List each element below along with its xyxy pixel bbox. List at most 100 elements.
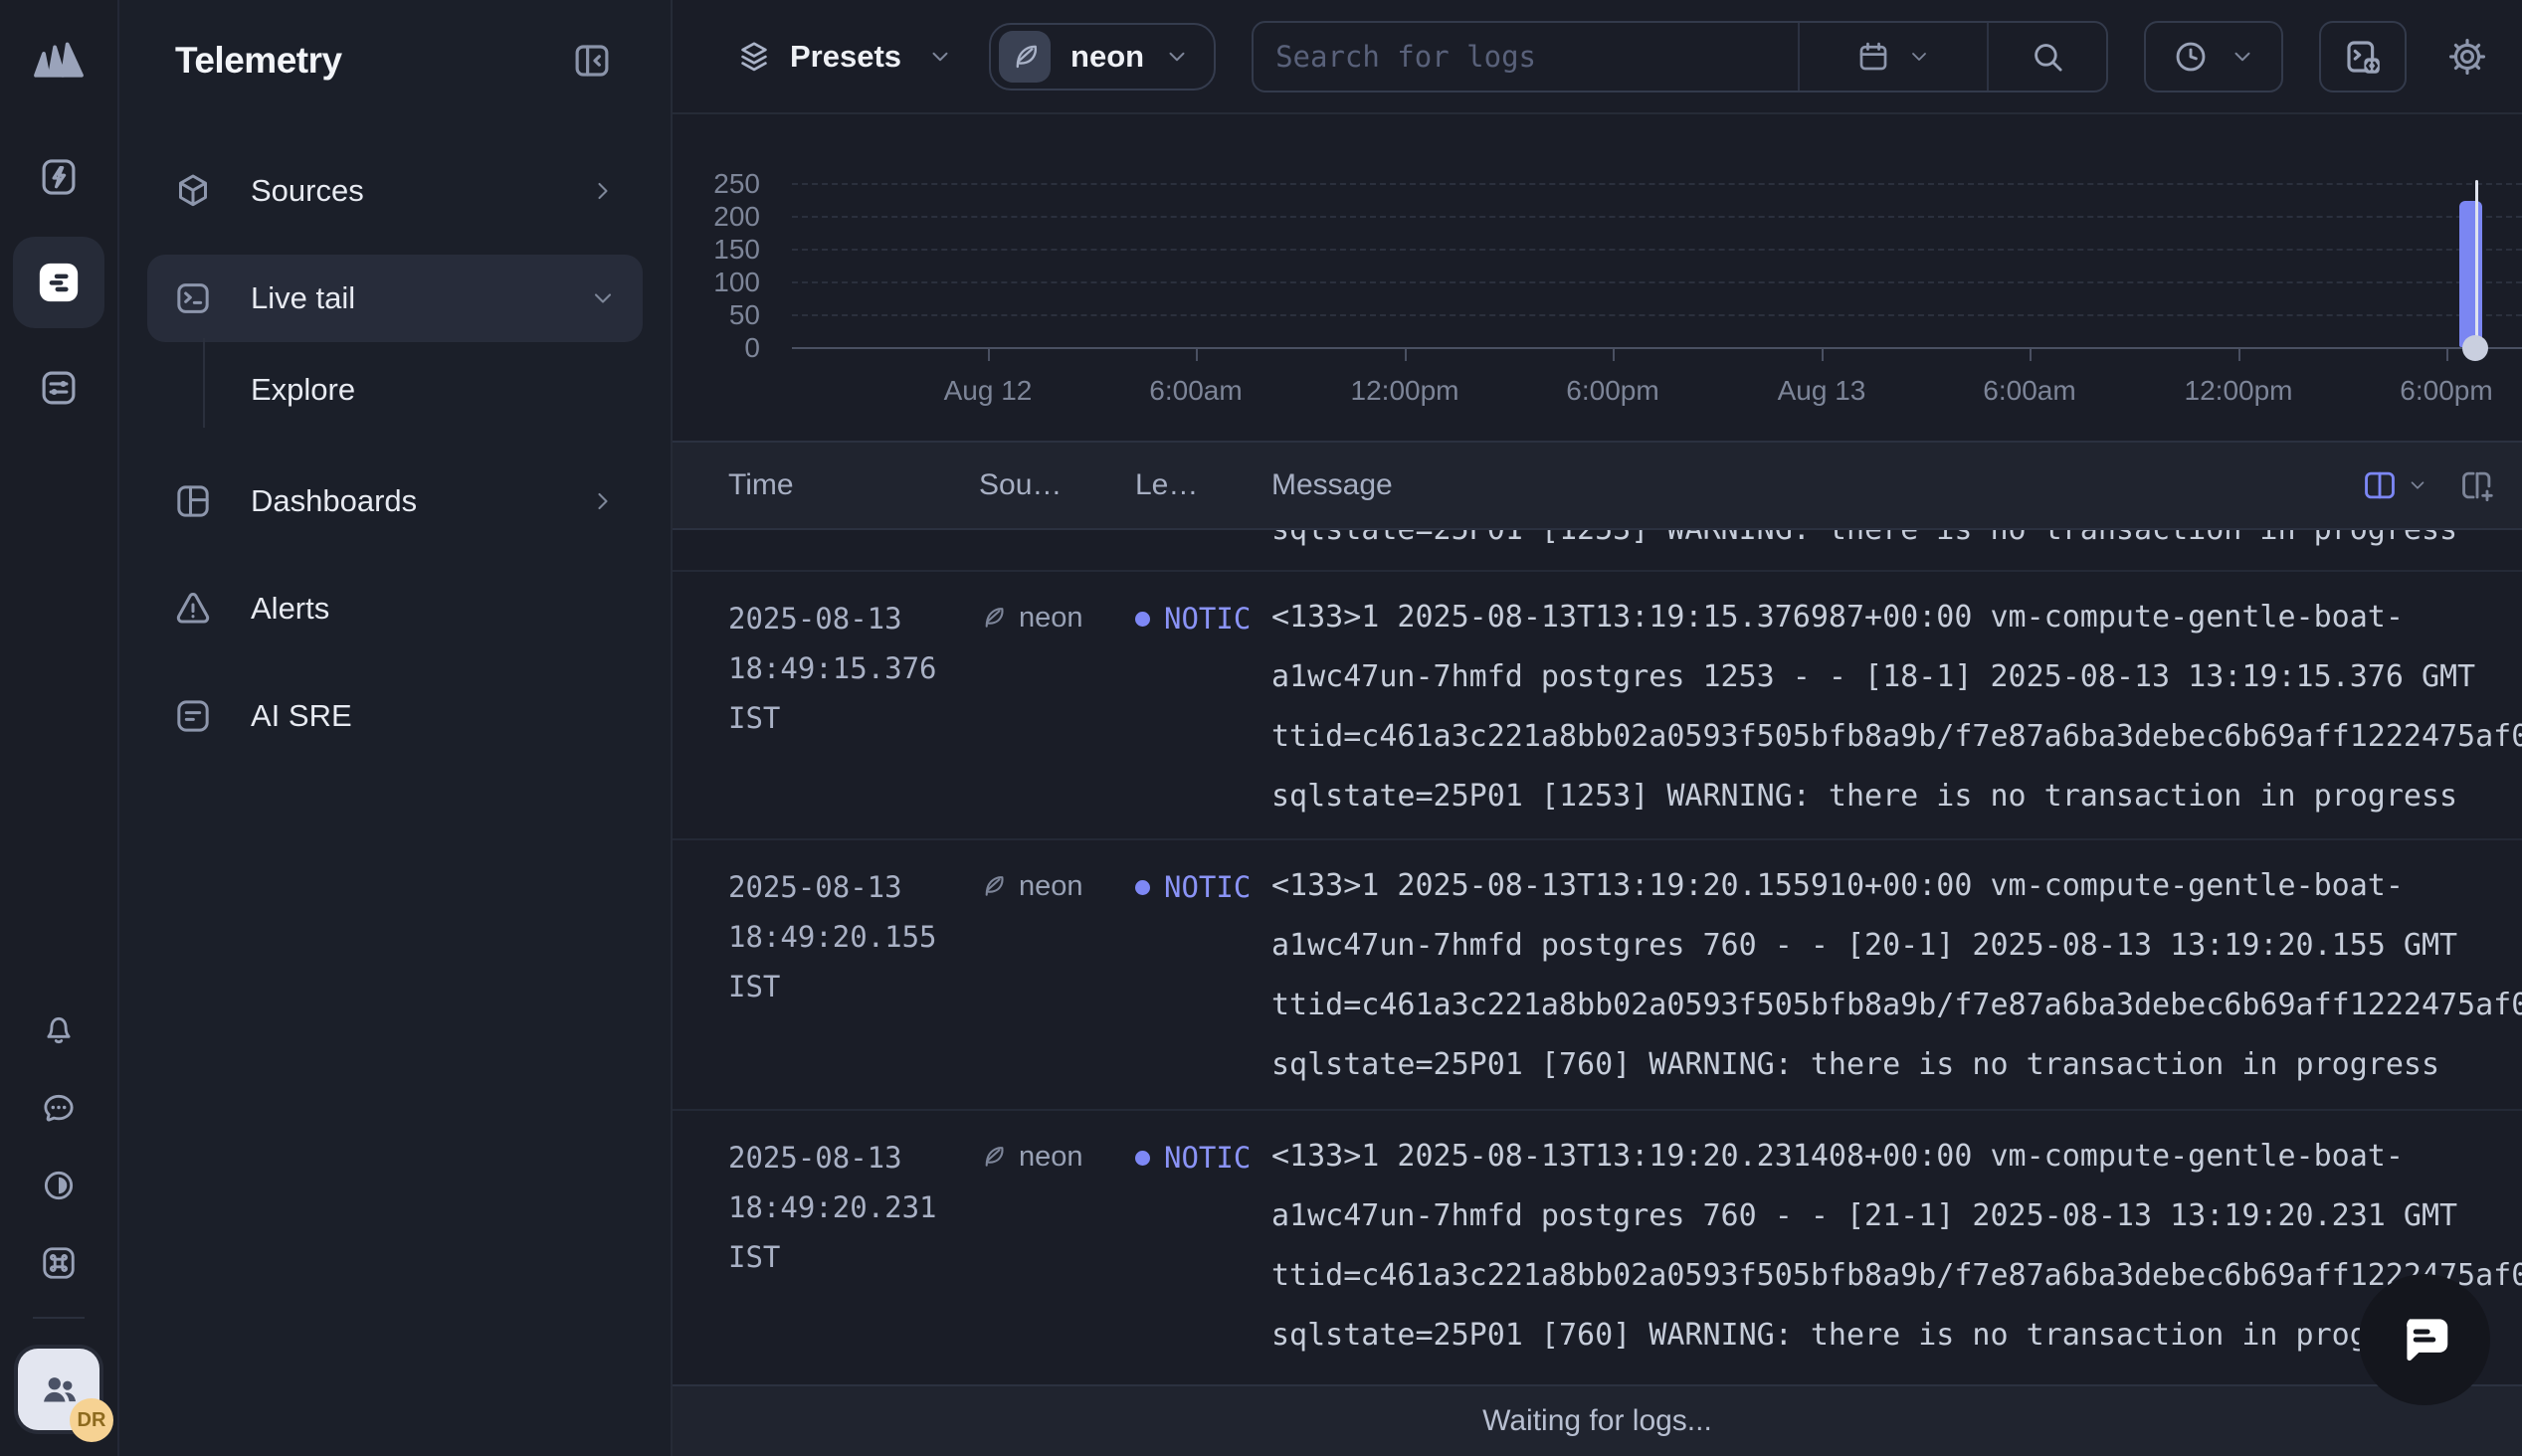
- calendar-dropdown-button[interactable]: [1800, 23, 1987, 91]
- chevron-right-icon: [589, 177, 617, 205]
- x-tick-label: Aug 13: [1778, 375, 1866, 407]
- stream-logs-icon[interactable]: [13, 237, 104, 328]
- x-tick: [1613, 347, 1615, 361]
- histogram-chart[interactable]: 250 200 150 100 50 0 Aug 12 6:00am 12:00…: [673, 114, 2522, 441]
- log-message-line: sqlstate=25P01 [1253] WARNING: there is …: [1271, 530, 2522, 560]
- chat-icon[interactable]: [35, 1084, 83, 1132]
- settings-gear-icon[interactable]: [2446, 36, 2488, 78]
- log-time: 2025-08-13 18:49:20.155 IST: [728, 840, 979, 1109]
- chevron-down-icon: [1907, 45, 1931, 69]
- log-source-name: neon: [1019, 1141, 1083, 1174]
- rail-divider: [33, 1317, 85, 1319]
- x-tick: [1405, 347, 1407, 361]
- x-tick: [2030, 347, 2032, 361]
- monitors-icon[interactable]: [27, 356, 91, 420]
- presets-button[interactable]: Presets: [736, 39, 953, 75]
- alert-triangle-icon: [173, 589, 213, 629]
- user-initials-badge[interactable]: DR: [70, 1398, 113, 1442]
- column-header-message[interactable]: Message: [1271, 468, 2522, 502]
- chat-bubble-icon: [2394, 1309, 2455, 1370]
- chevron-down-icon: [589, 284, 617, 312]
- layers-icon: [736, 39, 772, 75]
- level-dot: [1135, 612, 1150, 627]
- axiom-logo[interactable]: [30, 38, 88, 82]
- clipped-log-row[interactable]: sqlstate=25P01 [1253] WARNING: there is …: [673, 530, 2522, 572]
- terminal-icon: [173, 278, 213, 318]
- gridline: [792, 281, 2522, 283]
- icon-rail: DR: [0, 0, 119, 1456]
- tree-line: [203, 338, 205, 428]
- sidebar: Telemetry Sources Live tail: [119, 0, 673, 1456]
- sidebar-item-ai-sre[interactable]: AI SRE: [147, 672, 643, 760]
- sidebar-item-label: Explore: [251, 372, 355, 408]
- rail-nav: [13, 145, 104, 420]
- column-header-time[interactable]: Time: [728, 468, 979, 502]
- level-label: NOTIC: [1164, 602, 1251, 636]
- chat-fab-button[interactable]: [2359, 1274, 2490, 1405]
- feather-source-icon: [979, 604, 1007, 632]
- log-row[interactable]: 2025-08-13 18:49:20.231 IST neon NOTIC <…: [673, 1111, 2522, 1384]
- y-tick-label: 0: [673, 332, 760, 364]
- sidebar-item-dashboards[interactable]: Dashboards: [147, 457, 643, 545]
- log-list[interactable]: sqlstate=25P01 [1253] WARNING: there is …: [673, 530, 2522, 1384]
- sidebar-item-label: Sources: [251, 173, 364, 209]
- live-cursor-dot: [2462, 335, 2488, 361]
- column-layout-button[interactable]: [2361, 466, 2428, 504]
- sidebar-item-live-tail[interactable]: Live tail: [147, 255, 643, 342]
- level-label: NOTIC: [1164, 870, 1251, 904]
- collapse-sidebar-icon[interactable]: [571, 40, 613, 82]
- log-message: <133>1 2025-08-13T13:19:20.155910+00:00 …: [1271, 840, 2522, 1109]
- x-tick-label: 6:00am: [1149, 375, 1242, 407]
- time-range-button[interactable]: [2144, 21, 2283, 92]
- waiting-status-text: Waiting for logs...: [1482, 1404, 1712, 1438]
- clock-icon: [2172, 38, 2210, 76]
- command-menu-icon[interactable]: [35, 1239, 83, 1287]
- x-axis-line: [792, 347, 2522, 349]
- dashboard-icon: [173, 481, 213, 521]
- search-input[interactable]: Search for logs: [1254, 23, 1798, 91]
- sidebar-item-label: Live tail: [251, 280, 355, 316]
- sidebar-item-sources[interactable]: Sources: [147, 147, 643, 235]
- log-level: NOTIC: [1135, 572, 1271, 838]
- log-message: <133>1 2025-08-13T13:19:20.231408+00:00 …: [1271, 1111, 2522, 1384]
- source-select[interactable]: neon: [989, 23, 1216, 91]
- log-source-name: neon: [1019, 870, 1083, 903]
- topbar: Presets neon Search for logs: [673, 0, 2522, 114]
- gridline: [792, 183, 2522, 185]
- log-source: neon: [979, 572, 1135, 838]
- y-tick-label: 250: [673, 168, 760, 200]
- level-label: NOTIC: [1164, 1141, 1251, 1175]
- calendar-icon: [1855, 39, 1891, 75]
- log-time: 2025-08-13 18:49:15.376 IST: [728, 572, 979, 838]
- sidebar-item-alerts[interactable]: Alerts: [147, 565, 643, 652]
- log-level: NOTIC: [1135, 840, 1271, 1109]
- log-row[interactable]: 2025-08-13 18:49:20.155 IST neon NOTIC <…: [673, 840, 2522, 1111]
- y-tick-label: 200: [673, 201, 760, 233]
- query-code-button[interactable]: [2319, 21, 2407, 92]
- feather-source-icon: [999, 31, 1051, 83]
- log-source-name: neon: [1019, 602, 1083, 635]
- status-bar: Waiting for logs...: [673, 1384, 2522, 1456]
- histogram-bar[interactable]: [2459, 201, 2482, 347]
- log-time: 2025-08-13 18:49:20.231 IST: [728, 1111, 979, 1384]
- x-tick-label: 6:00am: [1983, 375, 2075, 407]
- theme-contrast-icon[interactable]: [35, 1162, 83, 1209]
- avatar[interactable]: DR: [18, 1349, 99, 1430]
- flash-icon[interactable]: [27, 145, 91, 209]
- gridline: [792, 249, 2522, 251]
- column-header-source[interactable]: Sou…: [979, 468, 1135, 502]
- add-column-button[interactable]: [2458, 466, 2496, 504]
- gridline: [792, 314, 2522, 316]
- feather-source-icon: [979, 872, 1007, 900]
- x-tick: [2238, 347, 2240, 361]
- level-dot: [1135, 1151, 1150, 1166]
- bell-icon[interactable]: [35, 1006, 83, 1054]
- column-header-level[interactable]: Le…: [1135, 468, 1271, 502]
- chevron-right-icon: [589, 487, 617, 515]
- run-search-button[interactable]: [1989, 23, 2106, 91]
- page-title: Telemetry: [175, 40, 342, 82]
- log-row[interactable]: 2025-08-13 18:49:15.376 IST neon NOTIC <…: [673, 572, 2522, 840]
- sidebar-item-explore[interactable]: Explore: [147, 342, 643, 438]
- cube-icon: [173, 171, 213, 211]
- x-tick: [988, 347, 990, 361]
